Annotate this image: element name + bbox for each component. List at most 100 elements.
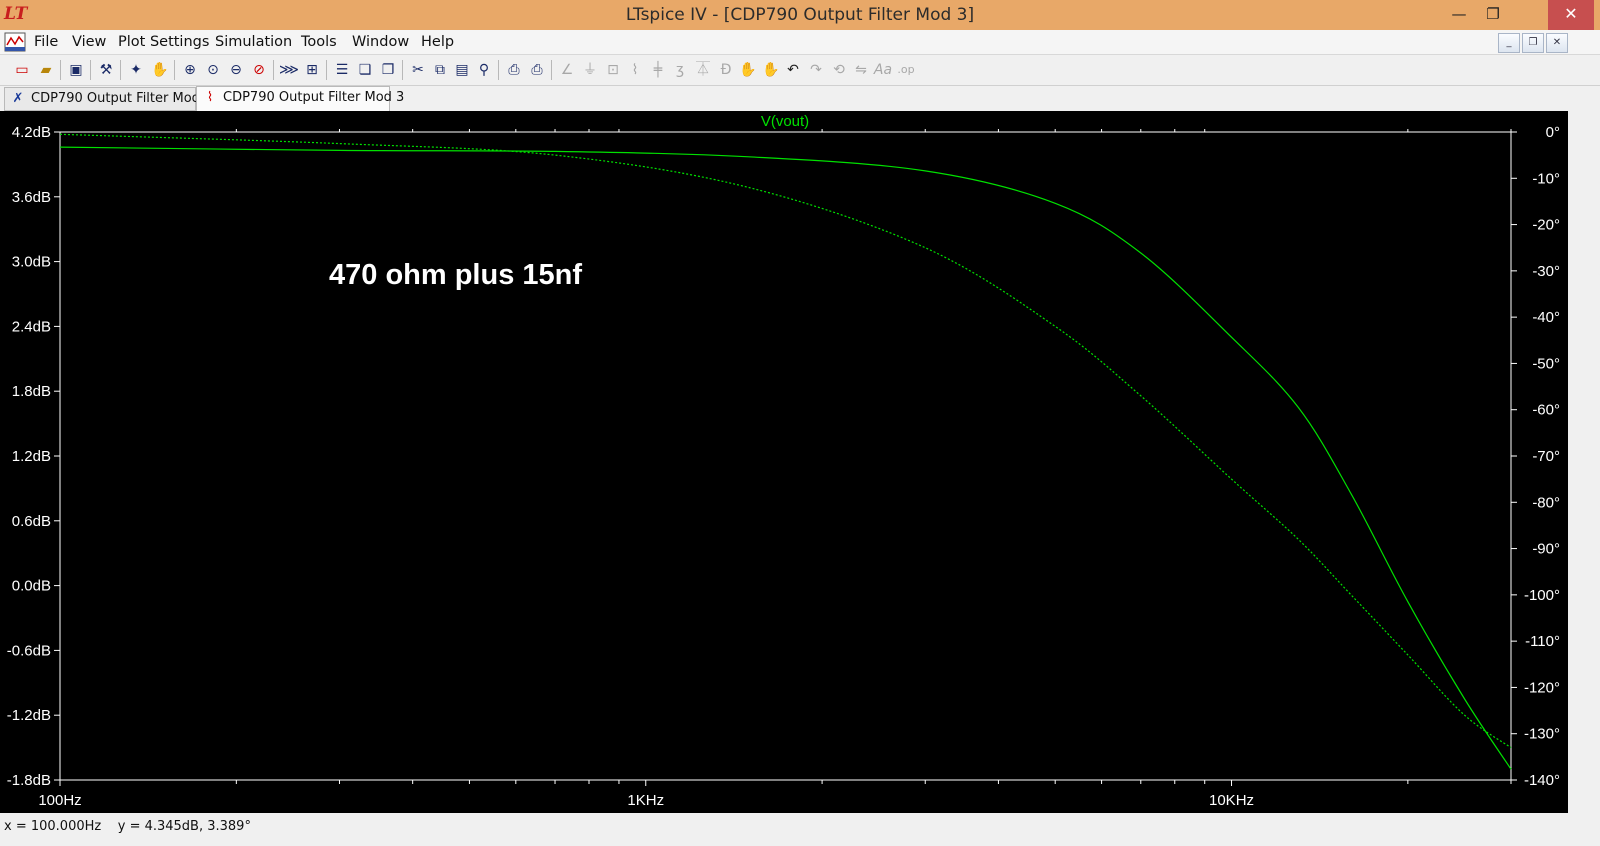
waveform-plot[interactable]: 4.2dB 3.6dB 3.0dB 2.4dB 1.8dB 1.2dB 0.6dB 0.0dB… [0, 111, 1568, 813]
print-icon[interactable]: ⎙ [527, 60, 547, 80]
redo-icon[interactable]: ↷ [806, 60, 826, 80]
toolbar-separator [498, 60, 499, 80]
y2-tick-label: -70° [1532, 448, 1560, 465]
paste-icon[interactable]: ▤ [452, 60, 472, 80]
bode-chart: 4.2dB 3.6dB 3.0dB 2.4dB 1.8dB 1.2dB 0.6dB 0.0dB… [7, 113, 1560, 809]
y-tick-label: 0.6dB [12, 513, 51, 530]
close-button[interactable]: ✕ [1548, 0, 1594, 30]
trace-label-vout[interactable]: V(vout) [761, 113, 809, 130]
document-tab-bar: ✗ CDP790 Output Filter Mod 3 ⌇ CDP790 Outp… [0, 86, 1600, 111]
y2-tick-label: -40° [1532, 309, 1560, 326]
y-tick-label: 0.0dB [12, 578, 51, 595]
toolbar-separator [326, 60, 327, 80]
y-tick-label: 4.2dB [12, 124, 51, 141]
cursor-readout: x = 100.000Hz y = 4.345dB, 3.389° [4, 819, 251, 834]
y-tick-label: 2.4dB [12, 318, 51, 335]
move-icon[interactable]: ✋ [738, 60, 758, 80]
tab-schematic[interactable]: ✗ CDP790 Output Filter Mod 3 [4, 87, 212, 111]
y-tick-label: 1.8dB [12, 383, 51, 400]
schematic-icon: ✗ [12, 91, 24, 106]
mdi-minimize-button[interactable]: _ [1498, 33, 1520, 53]
toolbar-separator [120, 60, 121, 80]
text-icon[interactable]: Aa [873, 60, 893, 80]
toolbar-separator [273, 60, 274, 80]
cut-icon[interactable]: ✂ [408, 60, 428, 80]
y2-tick-label: -50° [1532, 355, 1560, 372]
rotate-icon[interactable]: ⟲ [829, 60, 849, 80]
plot-frame [59, 131, 1512, 781]
inductor-icon[interactable]: ʒ [670, 60, 690, 80]
toolbar-separator [60, 60, 61, 80]
undo-icon[interactable]: ↶ [783, 60, 803, 80]
y2-tick-label: -60° [1532, 402, 1560, 419]
menu-simulation[interactable]: Simulation [215, 30, 292, 54]
window-title: LTspice IV - [CDP790 Output Filter Mod 3… [625, 5, 975, 25]
magnitude-trace [59, 146, 1512, 770]
component-icon[interactable]: Ð [716, 60, 736, 80]
menu-view[interactable]: View [72, 30, 106, 54]
tile-horizontal-icon[interactable]: ☰ [332, 60, 352, 80]
toolbar: ▭ ▰ ▣ ⚒ ✦ ✋ ⊕ ⊙ ⊖ ⊘ ⋙ ⊞ ☰ ❏ ❐ ✂ ⧉ ▤ ⚲ ⎙ … [0, 55, 1600, 86]
y2-tick-label: -30° [1532, 263, 1560, 280]
menu-window[interactable]: Window [352, 30, 409, 54]
x-tick-label: 100Hz [38, 792, 81, 809]
maximize-button[interactable]: ❐ [1476, 0, 1510, 30]
draw-wire-icon[interactable]: ∠ [557, 60, 577, 80]
y2-tick-label: 0° [1546, 124, 1560, 141]
autorange-icon[interactable]: ⋙ [279, 60, 299, 80]
menu-file[interactable]: File [34, 30, 58, 54]
status-bar: x = 100.000Hz y = 4.345dB, 3.389° [0, 813, 1600, 846]
spice-directive-icon[interactable]: .op [896, 60, 916, 80]
resistor-icon[interactable]: ⌇ [625, 60, 645, 80]
plot-annotation[interactable]: 470 ohm plus 15nf [329, 259, 582, 291]
toolbar-separator [551, 60, 552, 80]
y-tick-label: -1.8dB [7, 772, 51, 789]
mdi-restore-button[interactable]: ❐ [1522, 33, 1544, 53]
zoom-in-icon[interactable]: ⊕ [180, 60, 200, 80]
y-tick-label: -1.2dB [7, 707, 51, 724]
menu-tools[interactable]: Tools [301, 30, 337, 54]
tab-label: CDP790 Output Filter Mod 3 [223, 90, 405, 105]
zoom-cancel-icon[interactable]: ⊘ [249, 60, 269, 80]
x-tick-label: 1KHz [627, 792, 664, 809]
tab-label: CDP790 Output Filter Mod 3 [31, 91, 213, 106]
find-icon[interactable]: ⚲ [474, 60, 494, 80]
y2-tick-label: -130° [1524, 726, 1560, 743]
zoom-area-icon[interactable]: ⊙ [203, 60, 223, 80]
menu-help[interactable]: Help [421, 30, 454, 54]
copy-icon[interactable]: ⧉ [430, 60, 450, 80]
y2-tick-label: -140° [1524, 772, 1560, 789]
zoom-extents-icon[interactable]: ⊞ [302, 60, 322, 80]
y-tick-label: 1.2dB [12, 448, 51, 465]
menu-plot-settings[interactable]: Plot Settings [118, 30, 209, 54]
open-icon[interactable]: ▰ [36, 60, 56, 80]
zoom-out-icon[interactable]: ⊖ [226, 60, 246, 80]
y-tick-label: -0.6dB [7, 642, 51, 659]
mirror-icon[interactable]: ⇋ [851, 60, 871, 80]
drag-icon[interactable]: ✋ [761, 60, 781, 80]
pan-hand-icon[interactable]: ✋ [150, 60, 170, 80]
y2-tick-label: -120° [1524, 679, 1560, 696]
y2-tick-label: -90° [1532, 541, 1560, 558]
diode-icon[interactable]: ⏄ [693, 60, 713, 80]
y2-tick-label: -80° [1532, 494, 1560, 511]
title-bar: LT LTspice IV - [CDP790 Output Filter Mo… [0, 0, 1600, 30]
control-panel-icon[interactable]: ⚒ [96, 60, 116, 80]
save-icon[interactable]: ▣ [66, 60, 86, 80]
ground-icon[interactable]: ⏚ [580, 60, 600, 80]
tile-vertical-icon[interactable]: ❐ [378, 60, 398, 80]
waveform-icon: ⌇ [206, 90, 214, 105]
cascade-icon[interactable]: ❏ [355, 60, 375, 80]
tab-waveform[interactable]: ⌇ CDP790 Output Filter Mod 3 [196, 86, 404, 111]
y2-tick-label: -10° [1532, 170, 1560, 187]
phase-trace [59, 133, 1512, 749]
label-net-icon[interactable]: ⊡ [603, 60, 623, 80]
capacitor-icon[interactable]: ╪ [648, 60, 668, 80]
run-icon[interactable]: ✦ [126, 60, 146, 80]
new-schematic-icon[interactable]: ▭ [12, 60, 32, 80]
y-tick-label: 3.6dB [12, 189, 51, 206]
print-preview-icon[interactable]: ⎙ [504, 60, 524, 80]
mdi-close-button[interactable]: ✕ [1546, 33, 1568, 53]
y2-tick-label: -100° [1524, 587, 1560, 604]
minimize-button[interactable]: — [1442, 0, 1476, 30]
